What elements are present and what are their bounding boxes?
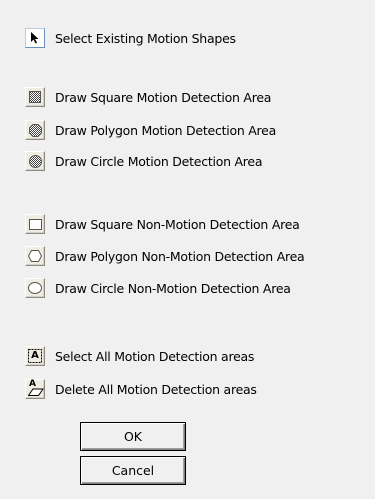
select-all-motion-areas-option[interactable]: A Select All Motion Detection areas — [25, 345, 254, 367]
draw-circle-motion-option[interactable]: Draw Circle Motion Detection Area — [25, 150, 263, 172]
draw-square-non-motion-label: Draw Square Non-Motion Detection Area — [55, 216, 300, 232]
ok-button[interactable]: OK — [80, 422, 186, 451]
draw-square-motion-label: Draw Square Motion Detection Area — [55, 89, 272, 105]
square-outline-icon[interactable] — [25, 214, 45, 234]
draw-polygon-non-motion-label: Draw Polygon Non-Motion Detection Area — [55, 248, 305, 264]
draw-square-non-motion-option[interactable]: Draw Square Non-Motion Detection Area — [25, 213, 300, 235]
select-all-icon-letter: A — [31, 350, 39, 361]
draw-polygon-motion-option[interactable]: Draw Polygon Motion Detection Area — [25, 119, 276, 141]
select-all-motion-areas-label: Select All Motion Detection areas — [55, 348, 255, 364]
delete-all-motion-areas-label: Delete All Motion Detection areas — [55, 381, 257, 397]
arrow-pointer-icon[interactable] — [25, 28, 45, 48]
draw-circle-non-motion-option[interactable]: Draw Circle Non-Motion Detection Area — [25, 277, 291, 299]
circle-outline-icon[interactable] — [25, 278, 45, 298]
window-edge — [375, 0, 383, 499]
hatched-square-icon[interactable] — [25, 87, 45, 107]
motion-shape-dialog: Select Existing Motion Shapes Draw Squar… — [0, 0, 375, 499]
delete-all-motion-areas-option[interactable]: A Delete All Motion Detection areas — [25, 378, 257, 400]
draw-circle-motion-label: Draw Circle Motion Detection Area — [55, 153, 263, 169]
hatched-polygon-icon[interactable] — [25, 120, 45, 140]
select-existing-motion-shapes-label: Select Existing Motion Shapes — [55, 30, 236, 46]
draw-polygon-non-motion-option[interactable]: Draw Polygon Non-Motion Detection Area — [25, 245, 305, 267]
eraser-icon[interactable]: A — [25, 379, 45, 399]
draw-circle-non-motion-label: Draw Circle Non-Motion Detection Area — [55, 280, 291, 296]
cancel-button[interactable]: Cancel — [80, 456, 186, 485]
draw-square-motion-option[interactable]: Draw Square Motion Detection Area — [25, 86, 271, 108]
hexagon-outline-icon[interactable] — [25, 246, 45, 266]
hatched-circle-icon[interactable] — [25, 151, 45, 171]
select-all-icon[interactable]: A — [25, 346, 45, 366]
select-existing-motion-shapes-option[interactable]: Select Existing Motion Shapes — [25, 27, 236, 49]
draw-polygon-motion-label: Draw Polygon Motion Detection Area — [55, 122, 277, 138]
